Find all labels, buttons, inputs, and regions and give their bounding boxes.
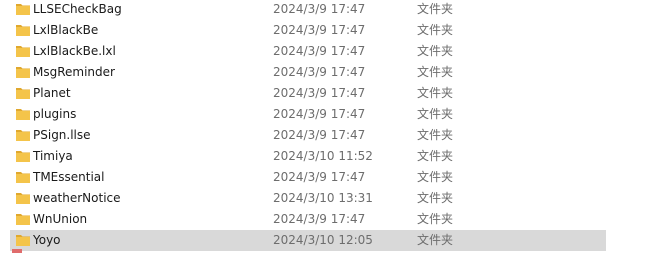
file-name: Timiya <box>33 149 73 163</box>
file-name: weatherNotice <box>33 191 121 205</box>
file-name: TMEssential <box>33 170 105 184</box>
file-name: LxlBlackBe.lxl <box>33 44 116 58</box>
file-name: LxlBlackBe <box>33 23 99 37</box>
list-item[interactable]: Timiya 2024/3/10 11:52 文件夹 <box>10 146 606 167</box>
file-modified-date: 2024/3/9 17:47 <box>273 170 366 184</box>
file-name: plugins <box>33 107 77 121</box>
folder-icon <box>16 88 30 99</box>
folder-icon <box>16 130 30 141</box>
list-item[interactable]: LLSECheckBag 2024/3/9 17:47 文件夹 <box>10 0 606 20</box>
partial-next-item-icon <box>12 249 22 253</box>
list-item[interactable]: LxlBlackBe 2024/3/9 17:47 文件夹 <box>10 20 606 41</box>
folder-icon <box>16 235 30 246</box>
folder-icon <box>16 214 30 225</box>
list-item[interactable]: WnUnion 2024/3/9 17:47 文件夹 <box>10 209 606 230</box>
file-modified-date: 2024/3/9 17:47 <box>273 44 366 58</box>
folder-icon <box>16 25 30 36</box>
list-item[interactable]: Planet 2024/3/9 17:47 文件夹 <box>10 83 606 104</box>
file-type: 文件夹 <box>417 191 454 205</box>
file-type: 文件夹 <box>417 170 454 184</box>
file-modified-date: 2024/3/9 17:47 <box>273 2 366 16</box>
file-type: 文件夹 <box>417 128 454 142</box>
file-type: 文件夹 <box>417 65 454 79</box>
file-type: 文件夹 <box>417 44 454 58</box>
folder-icon <box>16 172 30 183</box>
file-modified-date: 2024/3/10 11:52 <box>273 149 373 163</box>
file-type: 文件夹 <box>417 107 454 121</box>
file-name: Yoyo <box>33 233 61 247</box>
file-modified-date: 2024/3/9 17:47 <box>273 86 366 100</box>
file-name: PSign.llse <box>33 128 91 142</box>
file-modified-date: 2024/3/9 17:47 <box>273 128 366 142</box>
list-item-selected[interactable]: Yoyo 2024/3/10 12:05 文件夹 <box>10 230 606 251</box>
file-type: 文件夹 <box>417 23 454 37</box>
folder-icon <box>16 4 30 15</box>
file-type: 文件夹 <box>417 2 454 16</box>
file-name: Planet <box>33 86 71 100</box>
list-item[interactable]: plugins 2024/3/9 17:47 文件夹 <box>10 104 606 125</box>
file-type: 文件夹 <box>417 212 454 226</box>
file-name: MsgReminder <box>33 65 115 79</box>
file-modified-date: 2024/3/9 17:47 <box>273 212 366 226</box>
file-modified-date: 2024/3/10 13:31 <box>273 191 373 205</box>
folder-icon <box>16 151 30 162</box>
list-item[interactable]: weatherNotice 2024/3/10 13:31 文件夹 <box>10 188 606 209</box>
file-type: 文件夹 <box>417 86 454 100</box>
folder-icon <box>16 67 30 78</box>
list-item[interactable]: LxlBlackBe.lxl 2024/3/9 17:47 文件夹 <box>10 41 606 62</box>
list-item[interactable]: MsgReminder 2024/3/9 17:47 文件夹 <box>10 62 606 83</box>
file-modified-date: 2024/3/9 17:47 <box>273 23 366 37</box>
folder-icon <box>16 46 30 57</box>
file-type: 文件夹 <box>417 233 454 247</box>
file-name: WnUnion <box>33 212 88 226</box>
list-item[interactable]: PSign.llse 2024/3/9 17:47 文件夹 <box>10 125 606 146</box>
file-modified-date: 2024/3/9 17:47 <box>273 107 366 121</box>
list-item[interactable]: TMEssential 2024/3/9 17:47 文件夹 <box>10 167 606 188</box>
file-modified-date: 2024/3/9 17:47 <box>273 65 366 79</box>
file-type: 文件夹 <box>417 149 454 163</box>
file-list: LLSECheckBag 2024/3/9 17:47 文件夹 LxlBlack… <box>0 0 661 253</box>
file-name: LLSECheckBag <box>33 2 122 16</box>
file-modified-date: 2024/3/10 12:05 <box>273 233 373 247</box>
folder-icon <box>16 109 30 120</box>
folder-icon <box>16 193 30 204</box>
